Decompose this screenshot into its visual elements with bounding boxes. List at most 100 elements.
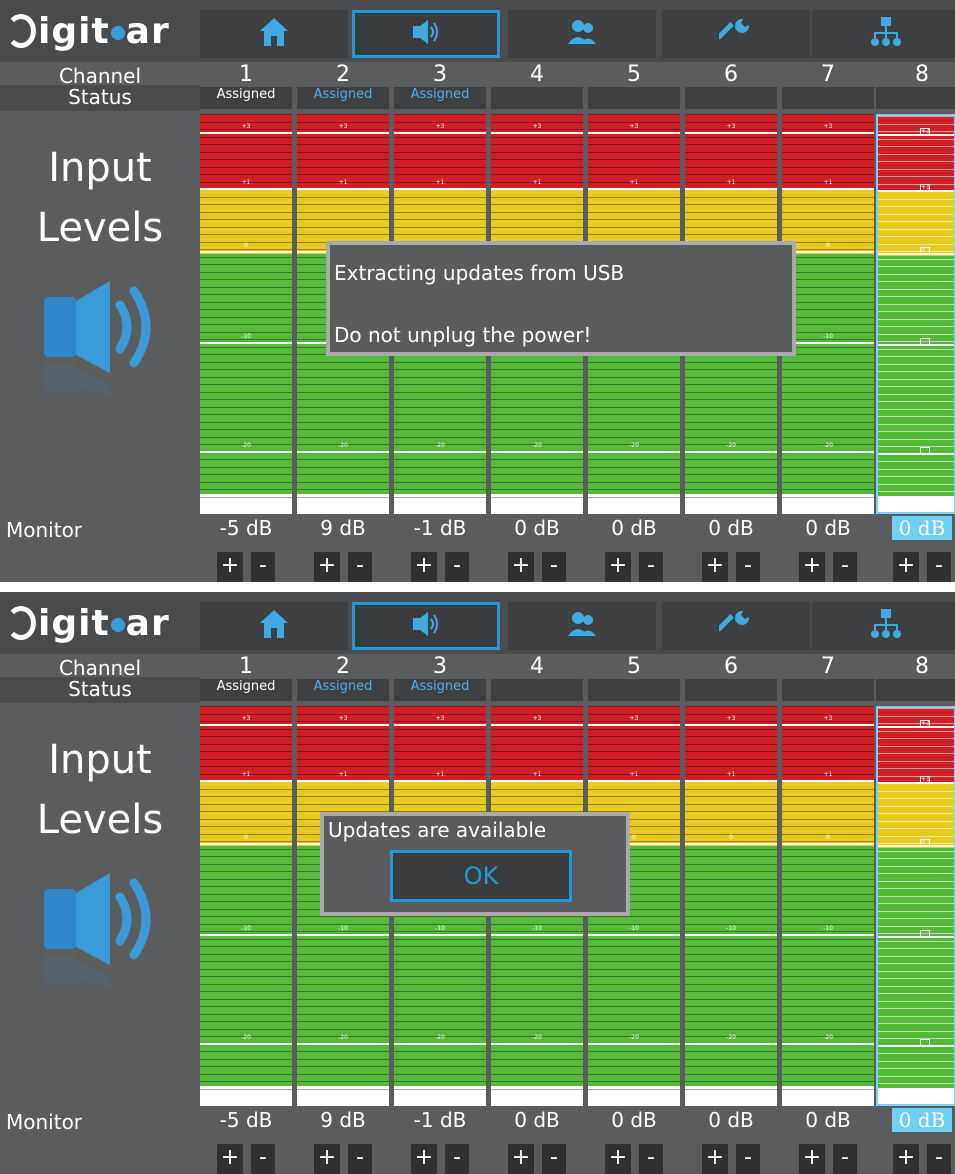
monitor-minus-button[interactable]: - [833,1144,857,1174]
monitor-minus-button[interactable]: - [445,552,469,582]
meter-scale-line [200,780,292,783]
meter-scale-line [878,344,954,347]
monitor-adjust-controls: + - [394,552,486,582]
meter-scale-label: +1 [823,771,833,779]
monitor-minus-button[interactable]: - [251,1144,275,1174]
meter-segment-line [685,369,777,370]
monitor-minus-button[interactable]: - [542,552,566,582]
monitor-plus-button[interactable]: + [411,1144,437,1174]
monitor-minus-button[interactable]: - [639,552,663,582]
monitor-minus-button[interactable]: - [542,1144,566,1174]
monitor-minus-button[interactable]: - [736,552,760,582]
meter-scale-line [878,782,954,785]
nav-button-speaker[interactable] [352,602,500,650]
monitor-plus-button[interactable]: + [702,552,728,582]
monitor-minus-button[interactable]: - [348,552,372,582]
meter-segment-line [491,976,583,977]
meter-segment-line [685,1013,777,1015]
meter-segment-line [782,871,874,872]
monitor-plus-button[interactable]: + [799,1144,825,1174]
meter-segment-line [878,371,954,372]
nav-button-users[interactable] [508,602,656,650]
monitor-plus-button[interactable]: + [508,1144,534,1174]
level-meter-channel-6[interactable]: +3 +1 0 -10 -20 [685,706,777,1106]
nav-button-network[interactable] [812,10,955,58]
meter-segment-line [297,968,389,970]
meter-segment-line [200,871,292,872]
meter-segment-line [782,938,874,940]
meter-scale-line [297,188,389,191]
speaker-icon [409,607,443,645]
meter-segment-line [200,1058,292,1060]
level-meter-channel-7[interactable]: +3 +1 0 -10 -20 [782,706,874,1106]
monitor-minus-button[interactable]: - [639,1144,663,1174]
meter-segment-line [588,1006,680,1007]
nav-button-home[interactable] [200,602,348,650]
nav-button-users[interactable] [508,10,656,58]
meter-segment-line [394,938,486,940]
meter-segment-line [782,1013,874,1015]
level-meter-channel-1[interactable]: +3 +1 0 -10 -20 [200,114,292,514]
meter-scale-line [782,842,874,845]
meter-segment-line [782,1058,874,1060]
monitor-plus-button[interactable]: + [314,552,340,582]
meter-segment-line [588,991,680,992]
monitor-plus-button[interactable]: + [799,552,825,582]
meter-segment-line [200,294,292,295]
monitor-level-value[interactable]: 0 dB [892,516,952,540]
monitor-plus-button[interactable]: + [217,552,243,582]
ok-button[interactable]: OK [390,850,572,902]
meter-segment-line [588,728,680,730]
meter-segment-line [878,446,954,447]
monitor-plus-button[interactable]: + [702,1144,728,1174]
meter-segment-line [878,768,954,769]
monitor-minus-button[interactable]: - [927,1144,951,1174]
monitor-minus-button[interactable]: - [736,1144,760,1174]
monitor-minus-button[interactable]: - [348,1144,372,1174]
meter-segment-line [297,788,389,790]
channel-number: 2 [336,62,350,87]
input-levels-title-line1: Input [48,737,152,783]
meter-segment-line [491,361,583,363]
nav-button-wrench[interactable] [662,602,810,650]
monitor-minus-button[interactable]: - [445,1144,469,1174]
monitor-minus-button[interactable]: - [927,552,951,582]
meter-segment-line [782,211,874,213]
meter-segment-line [782,758,874,760]
monitor-plus-button[interactable]: + [411,552,437,582]
meter-segment-line [685,998,777,1000]
monitor-plus-button[interactable]: + [314,1144,340,1174]
level-meter-channel-8[interactable]: +3 +1 0 [876,114,955,514]
meter-segment-line [782,766,874,767]
meter-scale-label: +1 [726,771,736,779]
monitor-plus-button[interactable]: + [893,552,919,582]
meter-segment-line [782,466,874,468]
monitor-minus-button[interactable]: - [251,552,275,582]
meter-segment-line [491,151,583,153]
nav-button-network[interactable] [812,602,955,650]
level-meter-channel-1[interactable]: +3 +1 0 -10 -20 [200,706,292,1106]
level-meter-channel-8[interactable]: +3 +1 0 [876,706,955,1106]
monitor-level-value[interactable]: 0 dB [892,1108,952,1132]
monitor-plus-button[interactable]: + [605,552,631,582]
monitor-minus-button[interactable]: - [833,552,857,582]
monitor-plus-button[interactable]: + [217,1144,243,1174]
monitor-plus-button[interactable]: + [508,552,534,582]
meter-segment-line [878,880,954,882]
monitor-plus-button[interactable]: + [893,1144,919,1174]
meter-segment-line [200,961,292,962]
wrench-icon [716,607,753,645]
meter-scale-line [394,934,486,937]
nav-button-home[interactable] [200,10,348,58]
meter-segment-line [491,474,583,475]
meter-segment-line [200,391,292,393]
monitor-plus-button[interactable]: + [605,1144,631,1174]
meter-segment-line [200,856,292,857]
meter-segment-line [588,1028,680,1030]
meter-scale-label: 0 [244,833,248,841]
meter-segment-line [685,803,777,805]
nav-button-speaker[interactable] [352,10,500,58]
nav-button-wrench[interactable] [662,10,810,58]
meter-segment-line [394,459,486,460]
meter-segment-line [878,903,954,904]
